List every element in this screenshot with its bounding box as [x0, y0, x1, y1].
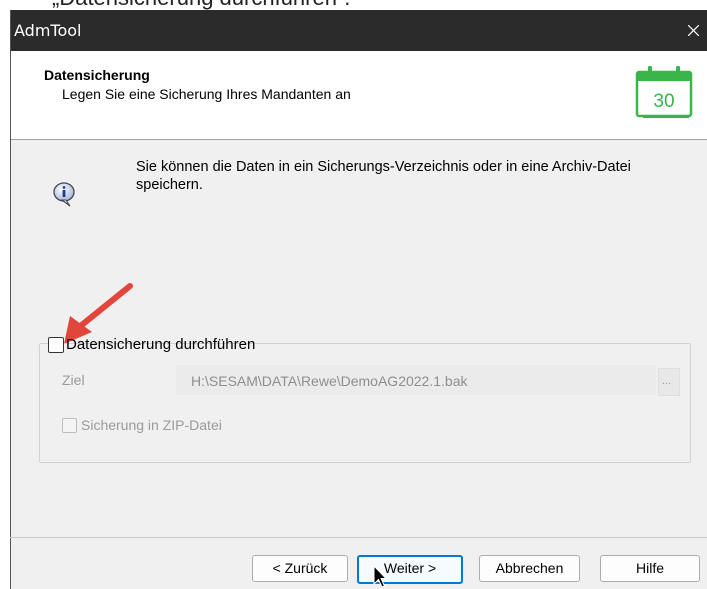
- info-icon: [53, 182, 75, 207]
- backup-checkbox[interactable]: [48, 337, 64, 353]
- window-title: AdmTool: [14, 21, 82, 40]
- target-label: Ziel: [62, 372, 85, 388]
- browse-button-label: ...: [662, 375, 672, 387]
- target-path-value: H:\SESAM\DATA\Rewe\DemoAG2022.1.bak: [191, 373, 468, 389]
- target-path-field[interactable]: H:\SESAM\DATA\Rewe\DemoAG2022.1.bak: [176, 365, 656, 395]
- wizard-header: Datensicherung Legen Sie eine Sicherung …: [11, 51, 707, 140]
- mouse-cursor: [373, 565, 387, 588]
- calendar-number: 30: [653, 91, 674, 112]
- browse-button[interactable]: ...: [658, 368, 680, 396]
- zip-checkbox-label[interactable]: Sicherung in ZIP-Datei: [81, 417, 222, 433]
- title-bar: AdmTool: [11, 10, 707, 51]
- top-caption-fragment: „Datensicherung durchführen“.: [0, 0, 707, 10]
- footer-separator: [10, 537, 707, 538]
- close-icon: [688, 25, 699, 36]
- page-title: Datensicherung: [44, 67, 150, 83]
- zip-checkbox[interactable]: [62, 418, 77, 433]
- cancel-button[interactable]: Abbrechen: [479, 555, 580, 582]
- top-caption-text: „Datensicherung durchführen“.: [52, 0, 350, 10]
- help-button[interactable]: Hilfe: [600, 555, 700, 582]
- back-button[interactable]: < Zurück: [252, 555, 348, 582]
- close-button[interactable]: [678, 10, 707, 51]
- backup-groupbox: [39, 343, 691, 463]
- calendar-icon: 30: [635, 66, 693, 118]
- backup-checkbox-label[interactable]: Datensicherung durchführen: [66, 336, 255, 353]
- page-subtitle: Legen Sie eine Sicherung Ihres Mandanten…: [62, 86, 351, 102]
- info-text: Sie können die Daten in ein Sicherungs-V…: [136, 159, 631, 193]
